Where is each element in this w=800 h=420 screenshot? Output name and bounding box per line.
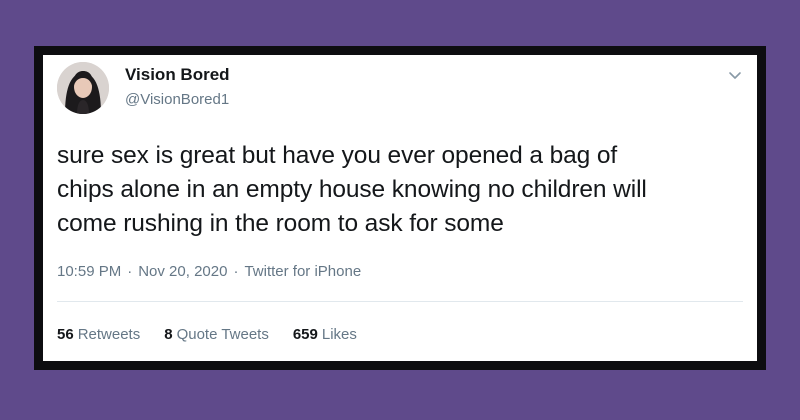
- avatar-image: [57, 62, 109, 114]
- tweet-text: sure sex is great but have you ever open…: [57, 142, 647, 237]
- tweet-stats: 56 Retweets 8 Quote Tweets 659 Likes: [57, 326, 357, 343]
- likes-count: 659: [292, 326, 318, 343]
- retweets-label: Retweets: [77, 326, 141, 343]
- author-name[interactable]: Vision Bored: [125, 65, 230, 85]
- quote-tweets-count: 8: [164, 326, 173, 343]
- quote-tweets-stat[interactable]: 8 Quote Tweets: [164, 326, 269, 343]
- tweet-frame: Vision Bored @VisionBored1 sure sex is g…: [34, 46, 766, 370]
- divider: [57, 301, 743, 302]
- tweet-date[interactable]: Nov 20, 2020: [138, 263, 227, 280]
- retweets-stat[interactable]: 56 Retweets: [57, 326, 140, 343]
- tweet-time[interactable]: 10:59 PM: [57, 263, 121, 280]
- tweet-meta: 10:59 PM · Nov 20, 2020 · Twitter for iP…: [57, 263, 361, 280]
- likes-label: Likes: [321, 326, 357, 343]
- retweets-count: 56: [57, 326, 74, 343]
- meta-separator: ·: [233, 263, 239, 280]
- avatar[interactable]: [57, 62, 109, 114]
- chevron-down-icon[interactable]: [727, 67, 743, 83]
- meta-separator: ·: [127, 263, 133, 280]
- tweet-card: Vision Bored @VisionBored1 sure sex is g…: [43, 55, 757, 361]
- likes-stat[interactable]: 659 Likes: [293, 326, 357, 343]
- tweet-source[interactable]: Twitter for iPhone: [244, 263, 361, 280]
- quote-tweets-label: Quote Tweets: [176, 326, 269, 343]
- author-handle[interactable]: @VisionBored1: [125, 91, 229, 108]
